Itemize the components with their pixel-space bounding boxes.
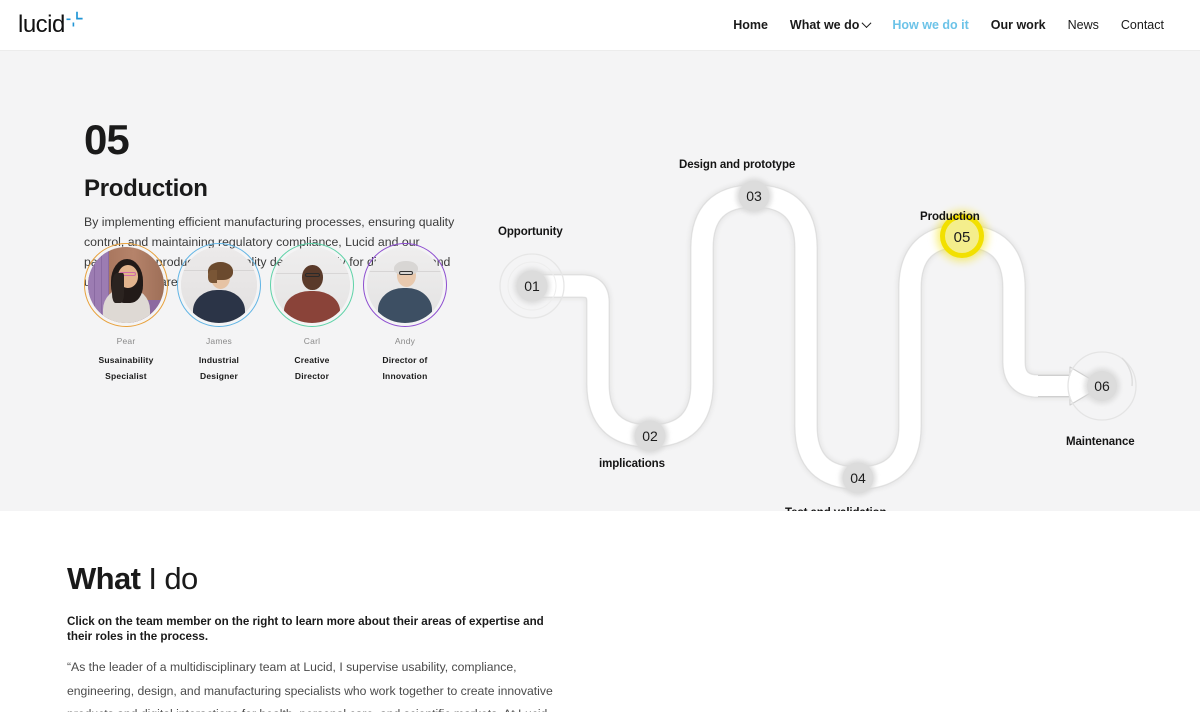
member-role-line2: Director — [294, 370, 330, 381]
team-member-pear[interactable]: Pear Susainability Specialist — [84, 243, 168, 384]
what-i-do-text: What I do Click on the team member on th… — [67, 563, 567, 712]
member-name: Pear — [116, 336, 136, 346]
team-member-carl[interactable]: Carl Creative Director — [270, 243, 354, 384]
member-role: Susainability Specialist — [84, 353, 168, 384]
avatar — [181, 247, 257, 323]
member-role-line2: Innovation — [382, 370, 428, 381]
svg-text:05: 05 — [954, 229, 971, 246]
flow-label-production[interactable]: Production — [920, 211, 980, 223]
member-role-line1: Industrial — [198, 355, 240, 365]
member-name: James — [205, 336, 233, 346]
flow-label-implications[interactable]: implications — [599, 458, 665, 470]
member-role: Director of Innovation — [363, 353, 447, 384]
instruction-text: Click on the team member on the right to… — [67, 615, 544, 644]
svg-text:01: 01 — [524, 278, 540, 294]
nav-item-news[interactable]: News — [1068, 18, 1099, 32]
member-name: Carl — [303, 336, 321, 346]
flow-label-opportunity[interactable]: Opportunity — [498, 226, 563, 238]
quote-text: “As the leader of a multidisciplinary te… — [67, 659, 553, 712]
logo[interactable]: lucid — [18, 11, 84, 38]
what-i-do-section: What I do Click on the team member on th… — [0, 511, 1200, 712]
team-avatar-list: Pear Susainability Specialist James Indu… — [84, 243, 447, 384]
nav-item-contact[interactable]: Contact — [1121, 18, 1164, 32]
nav-item-our-work[interactable]: Our work — [991, 18, 1046, 32]
flow-label-maintenance[interactable]: Maintenance — [1066, 436, 1135, 448]
step-number: 05 — [84, 116, 130, 163]
logo-text: lucid — [18, 11, 65, 38]
svg-text:04: 04 — [850, 470, 866, 486]
nav-item-what-we-do[interactable]: What we do — [789, 17, 872, 32]
member-name: Andy — [394, 336, 416, 346]
team-member-andy[interactable]: Andy Director of Innovation — [363, 243, 447, 384]
nav-label: Home — [733, 18, 768, 32]
process-flow-diagram: 01 02 03 04 05 06 Opportunity implicatio… — [470, 136, 1190, 511]
flow-node-03: 03 — [736, 178, 772, 214]
member-role-line1: Director of — [382, 355, 428, 365]
member-role-line1: Susainability — [98, 355, 154, 365]
member-role-line2: Designer — [200, 370, 238, 381]
nav-label: News — [1067, 18, 1099, 32]
svg-text:03: 03 — [746, 188, 762, 204]
page-title: What I do — [67, 563, 567, 594]
avatar-ring — [84, 243, 168, 327]
member-role: Creative Director — [270, 353, 354, 384]
flow-node-02: 02 — [632, 418, 668, 454]
flow-node-06: 06 — [1084, 368, 1120, 404]
step-title: Production — [84, 175, 208, 202]
flow-label-design-and-prototype[interactable]: Design and prototype — [679, 159, 795, 171]
member-role: Industrial Designer — [177, 353, 261, 384]
svg-text:06: 06 — [1094, 378, 1110, 394]
nav-item-home[interactable]: Home — [733, 18, 768, 32]
avatar-ring — [270, 243, 354, 327]
page-title-light: I do — [140, 561, 198, 596]
flow-node-01: 01 — [514, 268, 550, 304]
avatar — [274, 247, 350, 323]
avatar-ring — [363, 243, 447, 327]
nav-label: Our work — [990, 18, 1046, 32]
flow-node-04: 04 — [840, 460, 876, 496]
lucid-crosshair-mark-icon — [66, 11, 84, 32]
page-title-bold: What — [67, 561, 141, 596]
nav-label: Contact — [1120, 18, 1164, 32]
team-member-james[interactable]: James Industrial Designer — [177, 243, 261, 384]
site-header: lucid Home What we do How we do it Our w… — [0, 0, 1200, 50]
nav-item-how-we-do-it[interactable]: How we do it — [892, 18, 968, 32]
avatar-ring — [177, 243, 261, 327]
avatar — [88, 247, 164, 323]
svg-text:02: 02 — [642, 428, 658, 444]
main-navigation: Home What we do How we do it Our work Ne… — [733, 17, 1164, 32]
member-role-line2: Specialist — [105, 370, 147, 381]
hero-section: 05 Production By implementing efficient … — [0, 50, 1200, 511]
nav-label: What we do — [789, 18, 860, 32]
avatar — [367, 247, 443, 323]
chevron-down-icon — [861, 17, 872, 28]
member-role-line1: Creative — [294, 355, 330, 365]
nav-label: How we do it — [892, 18, 969, 32]
